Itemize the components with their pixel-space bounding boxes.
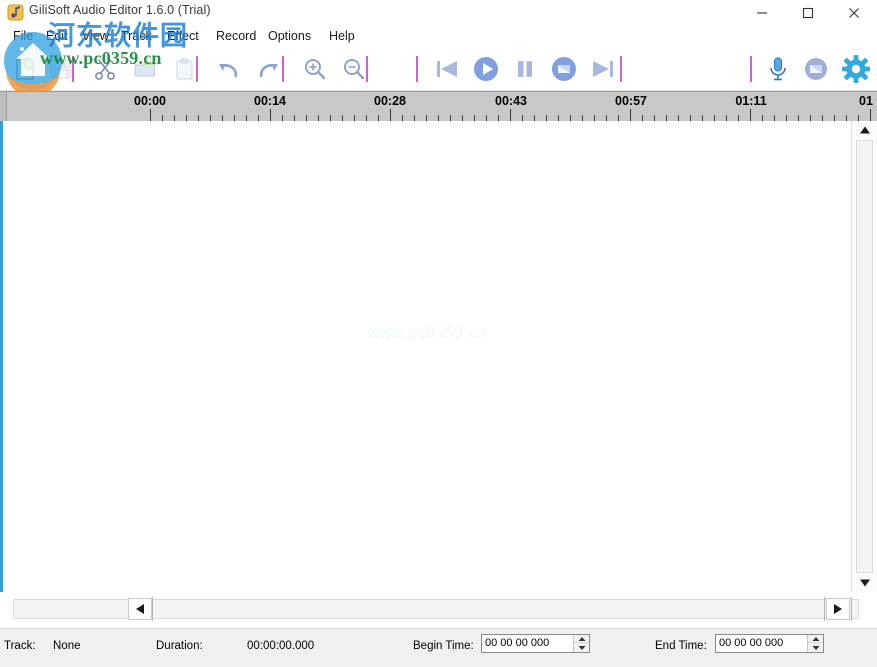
- rewind-icon[interactable]: [430, 51, 464, 86]
- ruler-label: 00:43: [495, 94, 527, 108]
- vertical-scrollbar-track[interactable]: [856, 140, 873, 573]
- zoom-in-icon[interactable]: [298, 51, 332, 86]
- menu-item-edit[interactable]: Edit: [39, 27, 75, 46]
- ruler-label: 00:57: [615, 94, 647, 108]
- audio-editor-window: GiliSoft Audio Editor 1.6.0 (Trial) File…: [0, 0, 877, 667]
- new-file-icon[interactable]: [8, 51, 42, 86]
- ruler-major-tick: [510, 109, 511, 121]
- scroll-down-icon[interactable]: [852, 574, 877, 592]
- music-note-icon: [7, 4, 24, 21]
- ruler-label: 01:11: [735, 94, 766, 108]
- ruler-label: 00:14: [254, 94, 286, 108]
- end-time-stepper[interactable]: [807, 635, 823, 652]
- ruler-major-tick: [390, 109, 391, 121]
- redo-icon[interactable]: [251, 51, 285, 86]
- ruler-major-tick: [630, 109, 631, 121]
- end-time-value: 00 00 00 000: [719, 637, 783, 649]
- track-value: None: [53, 640, 81, 652]
- begin-time-value: 00 00 00 000: [485, 637, 549, 649]
- stop-record-icon[interactable]: [799, 51, 833, 86]
- copy-icon[interactable]: [128, 51, 162, 86]
- menu-item-effect[interactable]: Effect: [160, 27, 206, 46]
- scrollbar-divider-end: [851, 597, 852, 621]
- timeline-ruler[interactable]: 00:00 00:14 00:28 00:43 00:57 01:11 01: [0, 91, 877, 121]
- menu-item-view[interactable]: View: [75, 27, 116, 46]
- begin-time-stepper[interactable]: [573, 635, 589, 652]
- maximize-button[interactable]: [785, 0, 831, 26]
- ruler-major-tick: [270, 109, 271, 121]
- ruler-major-tick: [870, 109, 871, 121]
- toolbar-separator-4: [416, 56, 418, 82]
- zoom-out-icon[interactable]: [337, 51, 371, 86]
- end-time-increment-icon[interactable]: [808, 635, 823, 643]
- menu-bar: FileEditViewTrackEffectRecordOptionsHelp: [0, 26, 877, 47]
- scroll-up-icon[interactable]: [852, 121, 877, 139]
- stop-icon[interactable]: [547, 51, 581, 86]
- close-button[interactable]: [831, 0, 877, 26]
- menu-item-file[interactable]: File: [6, 27, 40, 46]
- track-label: Track:: [4, 640, 36, 652]
- scroll-right-icon[interactable]: [826, 598, 850, 620]
- duration-label: Duration:: [156, 640, 203, 652]
- ruler-corner: [0, 92, 7, 121]
- duration-value: 00:00:00.000: [247, 640, 314, 652]
- ruler-major-tick: [750, 109, 751, 121]
- track-canvas[interactable]: www.pc0359.cn: [0, 121, 851, 592]
- menu-item-help[interactable]: Help: [322, 27, 362, 46]
- cut-icon[interactable]: [88, 51, 122, 86]
- toolbar-separator-5: [620, 56, 622, 82]
- end-time-label: End Time:: [655, 640, 707, 652]
- ruler-label: 00:00: [134, 94, 166, 108]
- save-icon[interactable]: [44, 51, 78, 86]
- scroll-left-icon[interactable]: [128, 598, 152, 620]
- ruler-major-tick: [150, 109, 151, 121]
- window-title: GiliSoft Audio Editor 1.6.0 (Trial): [29, 3, 211, 17]
- minimize-button[interactable]: [739, 0, 785, 26]
- end-time-input[interactable]: 00 00 00 000: [715, 634, 824, 653]
- ruler-label: 00:28: [374, 94, 406, 108]
- begin-time-label: Begin Time:: [413, 640, 474, 652]
- undo-icon[interactable]: [212, 51, 246, 86]
- menu-item-track[interactable]: Track: [114, 27, 159, 46]
- canvas-watermark: www.pc0359.cn: [368, 325, 487, 343]
- scrollbar-divider: [152, 597, 153, 621]
- gear-icon[interactable]: [839, 51, 873, 86]
- play-icon[interactable]: [469, 51, 503, 86]
- menu-item-options[interactable]: Options: [261, 27, 318, 46]
- pause-icon[interactable]: [508, 51, 542, 86]
- horizontal-scrollbar[interactable]: [0, 592, 877, 628]
- paste-icon[interactable]: [168, 51, 202, 86]
- toolbar-separator-6: [750, 56, 752, 82]
- begin-time-decrement-icon[interactable]: [574, 644, 589, 652]
- end-time-decrement-icon[interactable]: [808, 644, 823, 652]
- forward-icon[interactable]: [586, 51, 620, 86]
- scrollbar-divider-right: [824, 597, 825, 621]
- toolbar: Playing Time: 00:00:00.000: [0, 47, 877, 91]
- begin-time-input[interactable]: 00 00 00 000: [481, 634, 590, 653]
- begin-time-increment-icon[interactable]: [574, 635, 589, 643]
- microphone-icon[interactable]: [761, 51, 795, 86]
- title-bar: GiliSoft Audio Editor 1.6.0 (Trial): [0, 0, 877, 26]
- menu-item-record[interactable]: Record: [209, 27, 263, 46]
- ruler-label: 01: [859, 94, 873, 108]
- vertical-scrollbar[interactable]: [851, 121, 877, 592]
